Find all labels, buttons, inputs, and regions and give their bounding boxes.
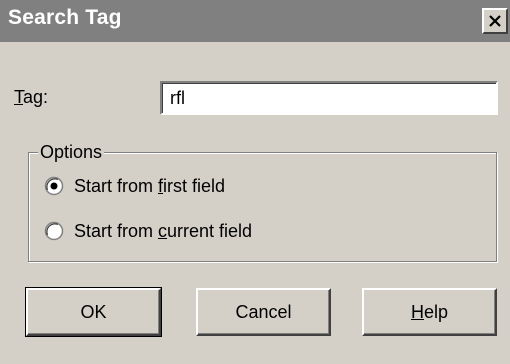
radio-first-label-post: irst field	[163, 175, 226, 196]
tag-label: Tag:	[14, 87, 48, 108]
tag-input[interactable]: rfl	[160, 81, 498, 115]
title-bar[interactable]: Search Tag	[0, 0, 510, 42]
options-groupbox	[28, 152, 497, 262]
close-x-icon	[489, 15, 501, 27]
tag-label-text: ag:	[23, 87, 49, 107]
window-title: Search Tag	[8, 6, 122, 29]
radio-checked-icon[interactable]	[44, 176, 64, 196]
options-legend: Options	[38, 142, 105, 163]
radio-current-label-mnemonic: c	[158, 220, 168, 241]
radio-start-from-first-field[interactable]: Start from first field	[44, 173, 225, 199]
help-button-label: Help	[411, 302, 448, 323]
radio-current-label: Start from current field	[74, 221, 252, 242]
cancel-button-label: Cancel	[235, 301, 292, 322]
radio-start-from-current-field[interactable]: Start from current field	[44, 218, 252, 244]
search-tag-dialog: Search Tag Tag: rfl Options Start from f…	[0, 0, 510, 364]
radio-unchecked-icon[interactable]	[44, 221, 64, 241]
radio-first-label: Start from first field	[74, 176, 225, 197]
close-button[interactable]	[482, 8, 508, 34]
radio-current-label-pre: Start from	[74, 220, 159, 241]
tag-label-mnemonic: T	[14, 87, 23, 107]
radio-first-label-pre: Start from	[74, 175, 159, 196]
radio-current-label-post: urrent field	[167, 220, 253, 241]
ok-button[interactable]: OK	[25, 287, 162, 337]
ok-button-label: OK	[80, 301, 107, 322]
help-button-rest: elp	[423, 301, 449, 322]
help-button[interactable]: Help	[362, 288, 497, 336]
help-button-mnemonic: H	[410, 301, 424, 322]
cancel-button[interactable]: Cancel	[196, 288, 331, 336]
tag-input-value: rfl	[170, 88, 185, 108]
